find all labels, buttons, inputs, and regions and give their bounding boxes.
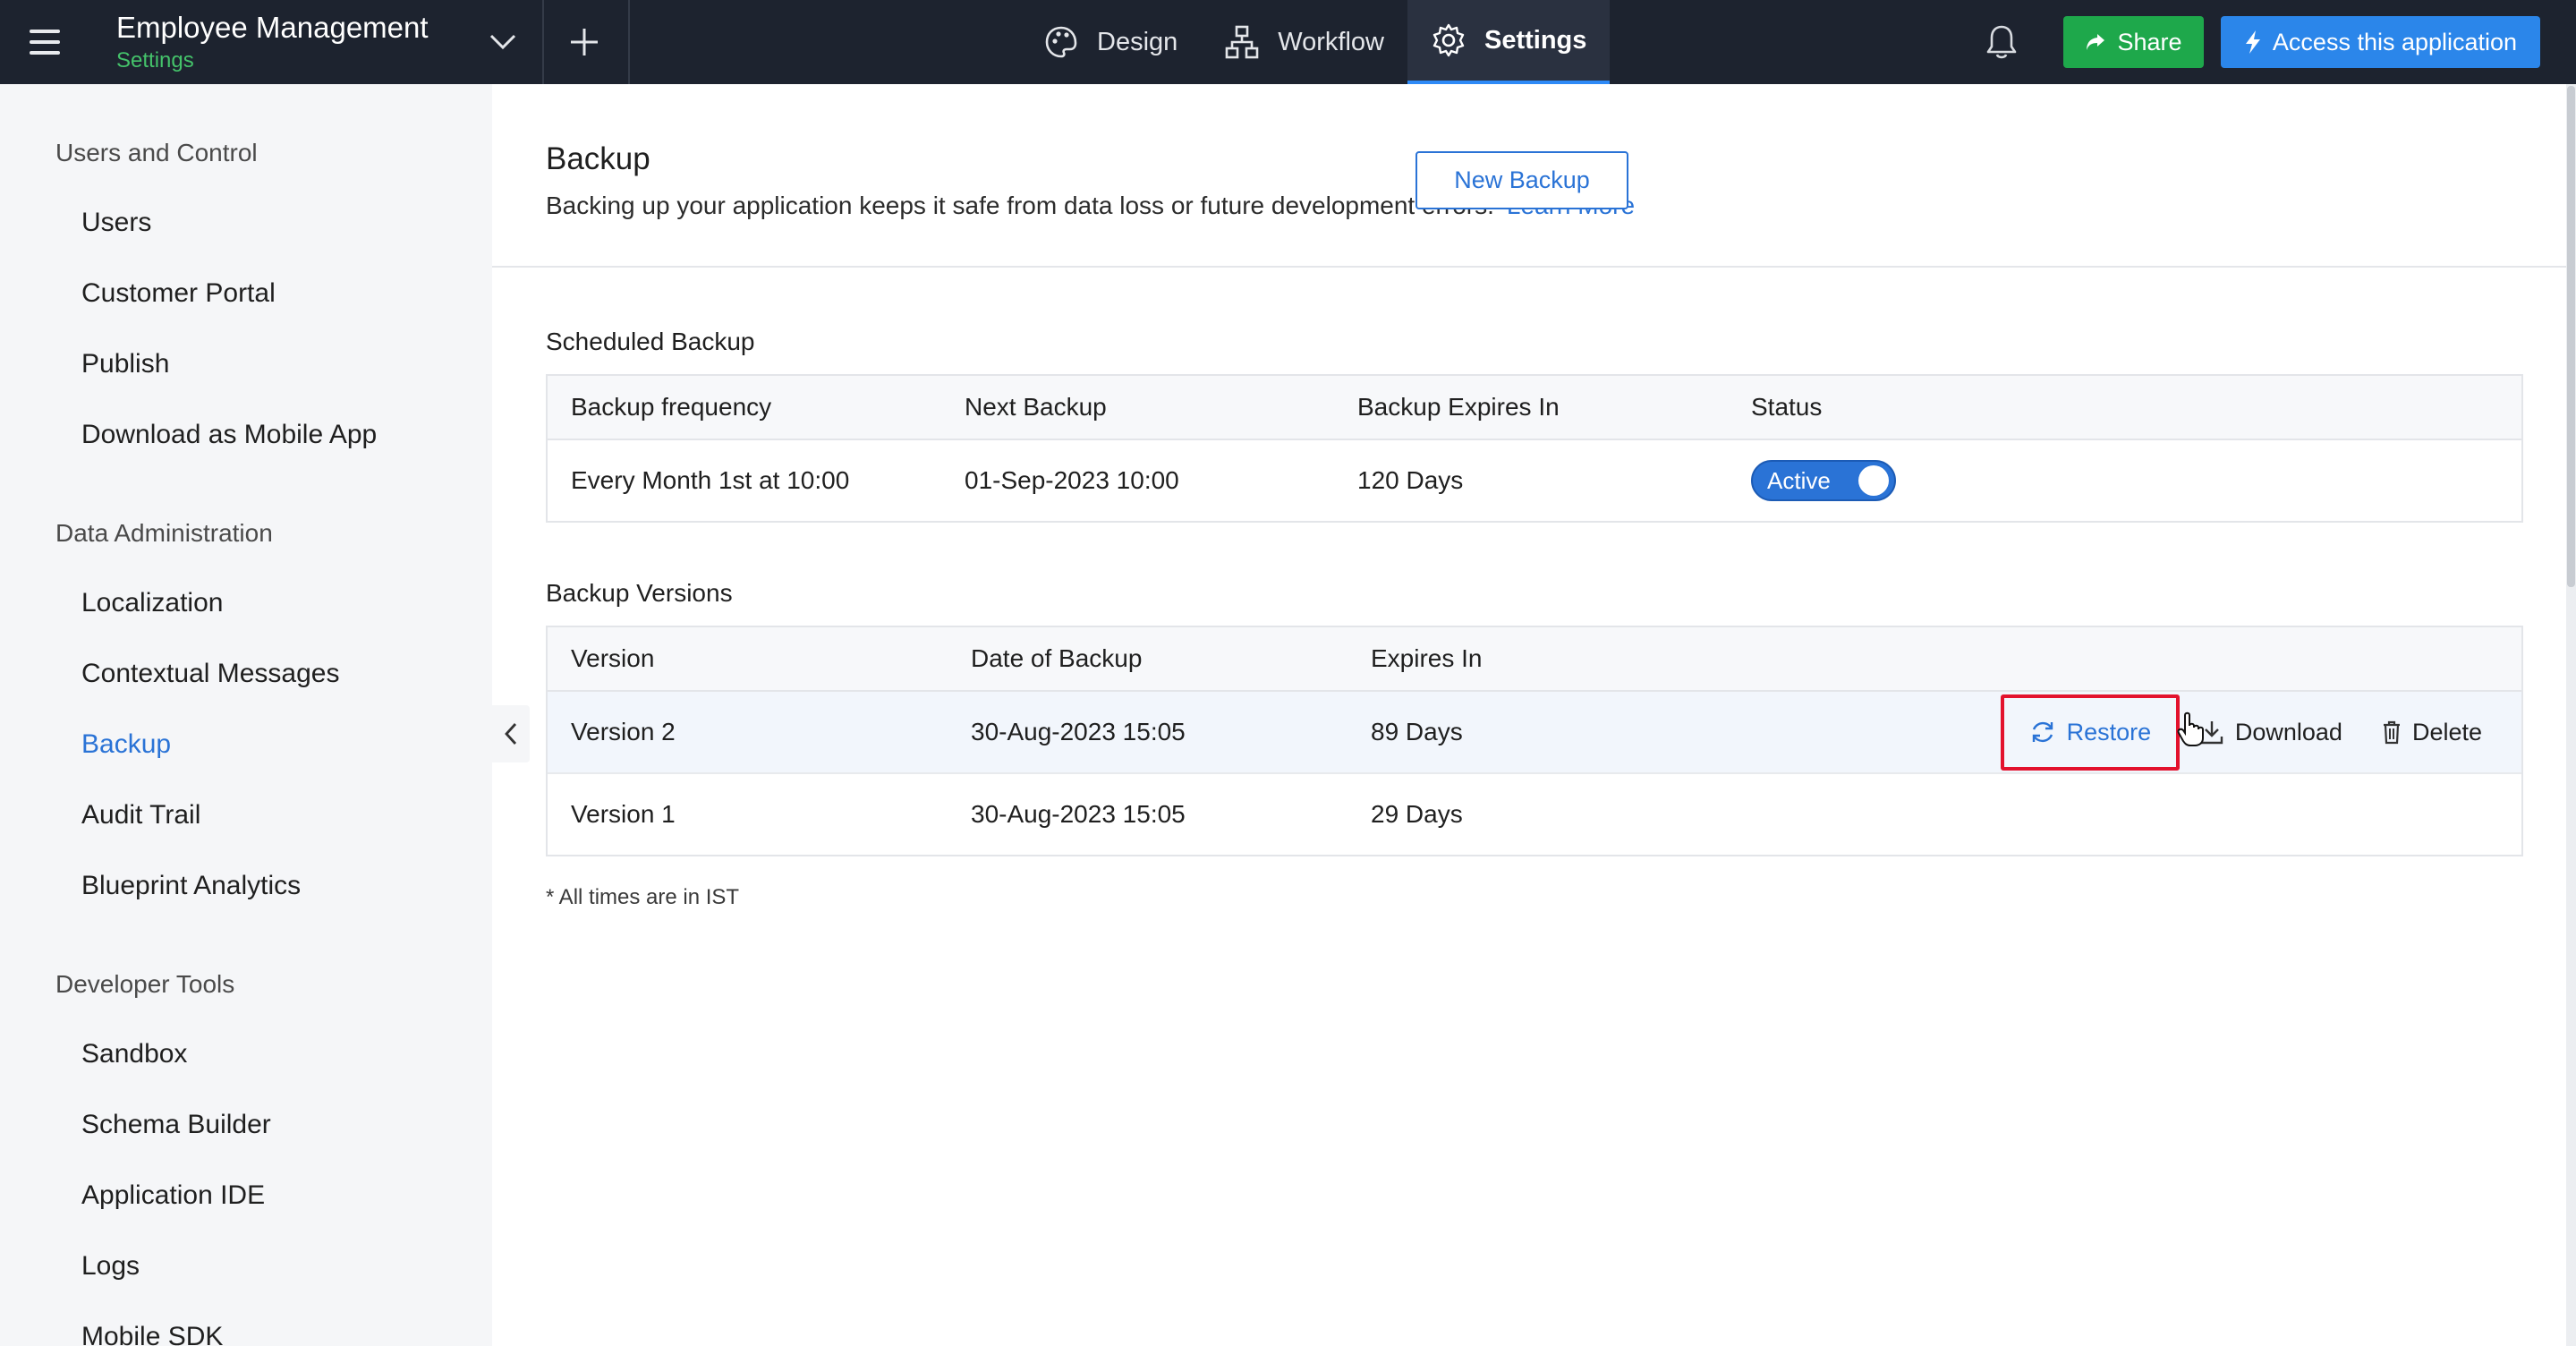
lightning-icon — [2245, 30, 2260, 54]
sidebar-item-publish[interactable]: Publish — [81, 349, 169, 379]
scheduled-backup-table: Backup frequency Next Backup Backup Expi… — [546, 374, 2523, 523]
expires-in: 29 Days — [1371, 800, 1463, 828]
nav-settings[interactable]: Settings — [1407, 0, 1611, 84]
new-backup-button[interactable]: New Backup — [1416, 151, 1628, 209]
table-row[interactable]: Version 1 30-Aug-2023 15:05 29 Days — [548, 774, 2521, 855]
row-actions: Restore Download Delete — [2000, 692, 2521, 772]
status-toggle[interactable]: Active — [1751, 460, 1896, 501]
column-header: Expires In — [1371, 644, 1483, 672]
column-header: Status — [1751, 393, 1823, 421]
divider — [628, 0, 630, 84]
main-content: Backup Backing up your application keeps… — [492, 84, 2576, 1346]
header-divider — [492, 266, 2576, 268]
restore-label: Restore — [2066, 718, 2152, 745]
column-header: Backup frequency — [571, 393, 772, 421]
nav-design-label: Design — [1097, 27, 1178, 56]
bell-icon[interactable] — [1979, 18, 2024, 66]
app-title: Employee Management — [116, 11, 429, 44]
sidebar-item-mobile-sdk[interactable]: Mobile SDK — [81, 1322, 223, 1346]
divider — [542, 0, 544, 84]
refresh-icon — [2032, 721, 2053, 743]
sidebar-section-title: Users and Control — [55, 139, 258, 166]
download-button[interactable]: Download — [2180, 692, 2362, 772]
sidebar-item-backup[interactable]: Backup — [81, 729, 171, 760]
nav-settings-label: Settings — [1484, 25, 1587, 55]
backup-versions-table: Version Date of Backup Expires In Versio… — [546, 626, 2523, 856]
scrollbar-thumb[interactable] — [2567, 86, 2575, 587]
palette-icon — [1045, 26, 1077, 58]
share-label: Share — [2117, 28, 2182, 55]
column-header: Date of Backup — [971, 644, 1143, 672]
share-button[interactable]: Share — [2063, 16, 2204, 68]
sidebar-item-users[interactable]: Users — [81, 208, 151, 238]
version-name: Version 1 — [571, 800, 676, 828]
workflow-icon — [1225, 25, 1259, 59]
sidebar-section-title: Data Administration — [55, 519, 273, 547]
sidebar-item-sandbox[interactable]: Sandbox — [81, 1039, 187, 1069]
column-header: Backup Expires In — [1357, 393, 1560, 421]
app-subtitle: Settings — [116, 48, 194, 72]
backup-versions-title: Backup Versions — [546, 579, 733, 607]
table-header: Version Date of Backup Expires In — [548, 627, 2521, 692]
nav-workflow-label: Workflow — [1278, 27, 1384, 56]
main-nav: Design Workflow Settings — [1020, 0, 1611, 84]
version-name: Version 2 — [571, 718, 676, 745]
backup-date: 30-Aug-2023 15:05 — [971, 800, 1186, 828]
sidebar-item-application-ide[interactable]: Application IDE — [81, 1180, 265, 1211]
status-label: Active — [1767, 466, 1831, 494]
expires-in: 89 Days — [1371, 718, 1463, 745]
column-header: Version — [571, 644, 655, 672]
nav-workflow[interactable]: Workflow — [1201, 0, 1407, 84]
download-label: Download — [2234, 718, 2342, 745]
settings-sidebar: Users and Control Users Customer Portal … — [0, 84, 492, 1346]
backup-expires: 120 Days — [1357, 466, 1464, 494]
backup-frequency: Every Month 1st at 10:00 — [571, 466, 850, 494]
footnote: * All times are in IST — [546, 885, 740, 909]
sidebar-item-audit-trail[interactable]: Audit Trail — [81, 800, 200, 831]
status-cell: Active — [1751, 440, 1896, 521]
download-icon — [2200, 721, 2223, 745]
sidebar-section-title: Developer Tools — [55, 970, 235, 998]
access-label: Access this application — [2272, 28, 2518, 55]
sidebar-item-schema-builder[interactable]: Schema Builder — [81, 1110, 271, 1140]
hamburger-menu-icon[interactable] — [20, 18, 70, 66]
table-row: Every Month 1st at 10:00 01-Sep-2023 10:… — [548, 440, 2521, 521]
sidebar-item-logs[interactable]: Logs — [81, 1251, 140, 1282]
sidebar-item-download-mobile-app[interactable]: Download as Mobile App — [81, 420, 377, 450]
trash-icon — [2383, 720, 2400, 745]
share-arrow-icon — [2087, 34, 2105, 50]
add-icon[interactable] — [557, 16, 612, 68]
toggle-knob — [1858, 465, 1889, 496]
chevron-down-icon[interactable] — [474, 20, 531, 64]
gear-icon — [1433, 23, 1465, 57]
sidebar-item-localization[interactable]: Localization — [81, 588, 223, 618]
top-bar: Employee Management Settings Design Work… — [0, 0, 2576, 84]
next-backup: 01-Sep-2023 10:00 — [965, 466, 1179, 494]
delete-button[interactable]: Delete — [2362, 692, 2521, 772]
table-header: Backup frequency Next Backup Backup Expi… — [548, 376, 2521, 440]
access-application-button[interactable]: Access this application — [2221, 16, 2540, 68]
nav-design[interactable]: Design — [1020, 0, 1201, 84]
scheduled-backup-title: Scheduled Backup — [546, 328, 755, 355]
sidebar-item-customer-portal[interactable]: Customer Portal — [81, 278, 276, 309]
sidebar-item-contextual-messages[interactable]: Contextual Messages — [81, 659, 340, 689]
sidebar-item-blueprint-analytics[interactable]: Blueprint Analytics — [81, 871, 301, 901]
page-title: Backup — [546, 141, 650, 176]
description-text: Backing up your application keeps it saf… — [546, 192, 1494, 219]
backup-date: 30-Aug-2023 15:05 — [971, 718, 1186, 745]
delete-label: Delete — [2411, 718, 2482, 745]
table-row[interactable]: Version 2 30-Aug-2023 15:05 89 Days Rest… — [548, 692, 2521, 774]
restore-button[interactable]: Restore — [2000, 692, 2180, 772]
column-header: Next Backup — [965, 393, 1107, 421]
